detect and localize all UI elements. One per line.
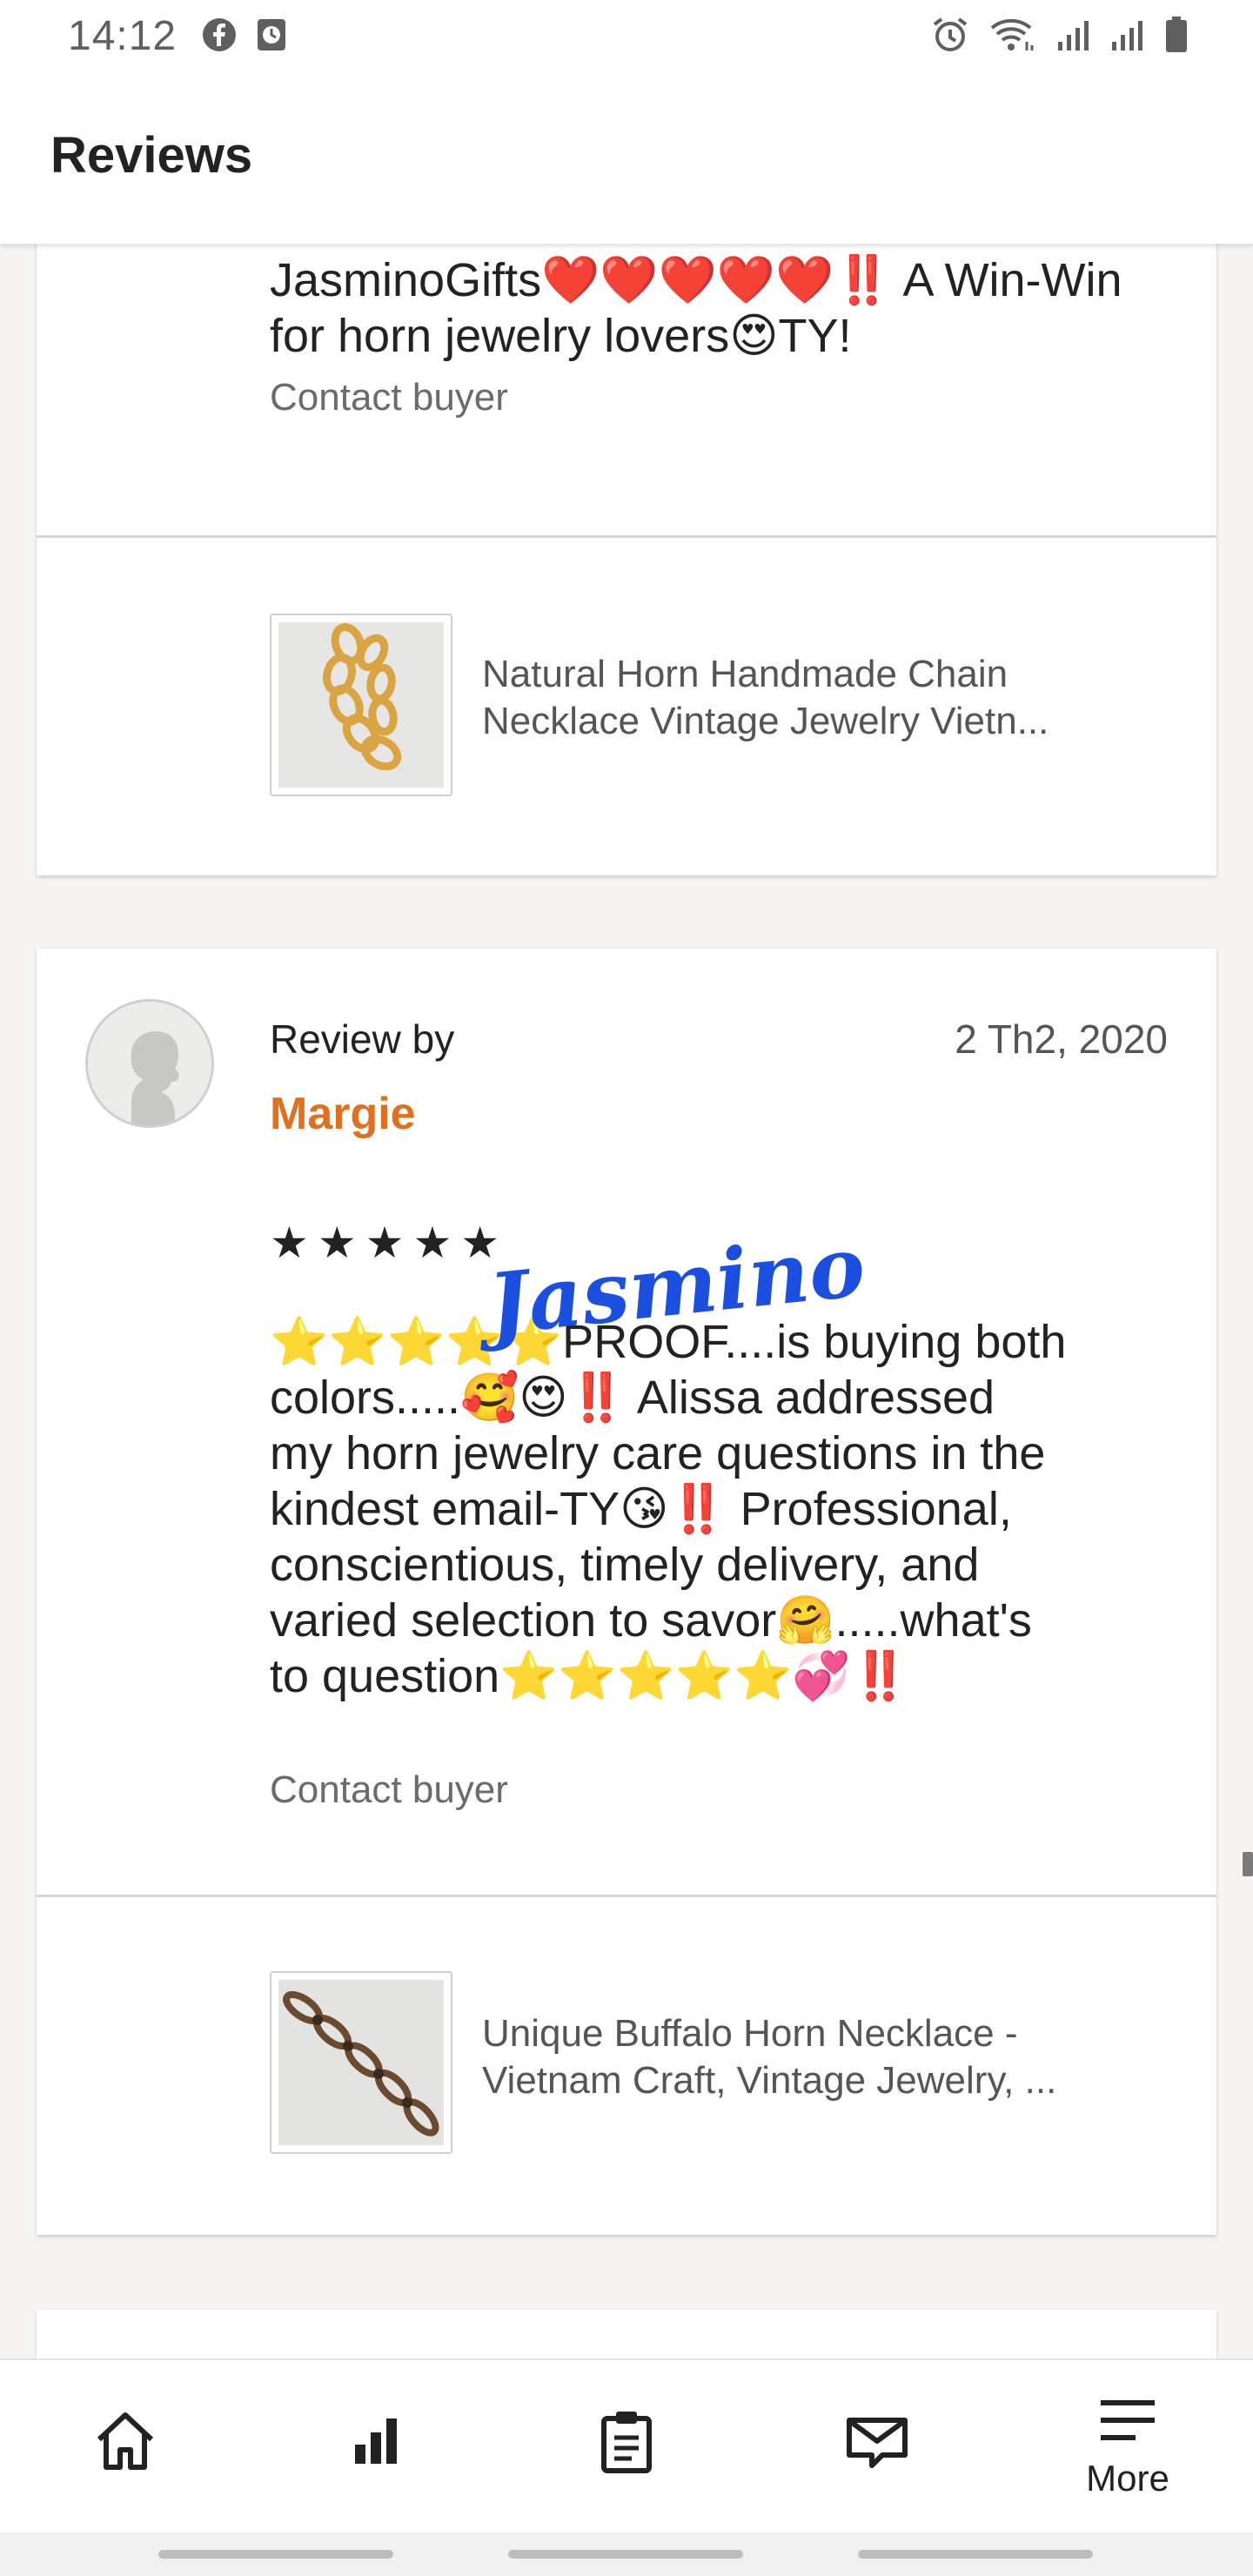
reviews-list[interactable]: JasminoGifts❤️❤️❤️❤️❤️‼️ A Win-Win for h… — [0, 244, 1253, 2358]
contact-buyer-link[interactable]: Contact buyer — [270, 374, 508, 421]
listing-photo — [278, 622, 444, 788]
status-left-icons — [202, 17, 287, 52]
app-header: Reviews — [0, 73, 1253, 244]
messages-icon — [842, 2406, 912, 2480]
menu-icon — [1097, 2394, 1158, 2451]
review-text-line: conscientious, timely delivery, and — [270, 1539, 980, 1591]
review-text: ⭐⭐⭐⭐⭐PROOF....is buying both colors.....… — [270, 1314, 1175, 1704]
nav-orders[interactable] — [501, 2360, 752, 2532]
contact-buyer-link[interactable]: Contact buyer — [270, 1767, 508, 1814]
nav-stats[interactable] — [251, 2360, 501, 2532]
reviewer-name[interactable]: Margie — [270, 1088, 416, 1140]
avatar[interactable] — [85, 999, 214, 1128]
nav-messages[interactable] — [752, 2360, 1002, 2532]
review-text-line: for horn jewelry lovers😍TY! — [270, 310, 852, 362]
status-time: 14:12 — [68, 13, 178, 59]
bottom-navigation: More — [0, 2358, 1253, 2532]
review-by-label: Review by — [270, 1016, 455, 1062]
review-text-line: my horn jewelry care questions in the — [270, 1427, 1046, 1479]
scrollbar-thumb[interactable] — [1243, 1852, 1253, 1876]
alarm-icon — [931, 16, 969, 54]
facebook-icon — [202, 17, 237, 52]
listing-title-line: Vietnam Craft, Vintage Jewelry, ... — [482, 2059, 1057, 2102]
review-card — [37, 2310, 1216, 2358]
nav-home[interactable] — [0, 2360, 251, 2532]
status-bar: 14:12 — [0, 0, 1253, 73]
stats-icon — [341, 2406, 411, 2480]
card-divider — [37, 535, 1216, 538]
battery-icon — [1164, 16, 1189, 54]
review-text-line: JasminoGifts❤️❤️❤️❤️❤️‼️ A Win-Win — [270, 254, 1122, 306]
listing-thumbnail[interactable] — [270, 1971, 452, 2154]
gesture-bar — [0, 2531, 1253, 2576]
signal-icon — [1056, 17, 1091, 52]
review-text-line: kindest email-TY😘‼️ Professional, — [270, 1483, 1012, 1535]
review-date: 2 Th2, 2020 — [955, 1016, 1168, 1062]
listing-title[interactable]: Natural Horn Handmade Chain Necklace Vin… — [482, 651, 1204, 745]
gesture-handle[interactable] — [508, 2550, 743, 2559]
page-title: Reviews — [50, 127, 253, 184]
nav-label: More — [1086, 2457, 1169, 2499]
review-card: JasminoGifts❤️❤️❤️❤️❤️‼️ A Win-Win for h… — [37, 244, 1216, 875]
review-text-line: varied selection to savor🤗.....what's — [270, 1594, 1032, 1647]
gesture-handle[interactable] — [158, 2550, 393, 2559]
listing-title-line: Natural Horn Handmade Chain — [482, 653, 1008, 695]
wifi-icon — [988, 16, 1037, 54]
orders-icon — [592, 2406, 661, 2480]
status-right-icons — [931, 16, 1189, 54]
review-text-line: to question⭐⭐⭐⭐⭐💞‼️ — [270, 1650, 909, 1702]
listing-thumbnail[interactable] — [270, 614, 452, 796]
listing-photo — [278, 1980, 444, 2145]
nav-more[interactable]: More — [1002, 2360, 1253, 2532]
review-card: Review by 2 Th2, 2020 Margie ★★★★★ Jasmi… — [37, 949, 1216, 2235]
gesture-handle[interactable] — [858, 2550, 1093, 2559]
listing-title-line: Necklace Vintage Jewelry Vietn... — [482, 700, 1049, 742]
signal-icon — [1110, 17, 1145, 52]
listing-title-line: Unique Buffalo Horn Necklace - — [482, 2012, 1018, 2055]
review-text: JasminoGifts❤️❤️❤️❤️❤️‼️ A Win-Win for h… — [270, 252, 1175, 364]
star-rating: ★★★★★ — [270, 1218, 509, 1267]
home-icon — [90, 2406, 160, 2480]
card-divider — [37, 1895, 1216, 1897]
listing-title[interactable]: Unique Buffalo Horn Necklace - Vietnam C… — [482, 2010, 1204, 2104]
calendar-icon — [256, 17, 287, 52]
review-text-line: colors.....🥰😍‼️ Alissa addressed — [270, 1372, 995, 1424]
